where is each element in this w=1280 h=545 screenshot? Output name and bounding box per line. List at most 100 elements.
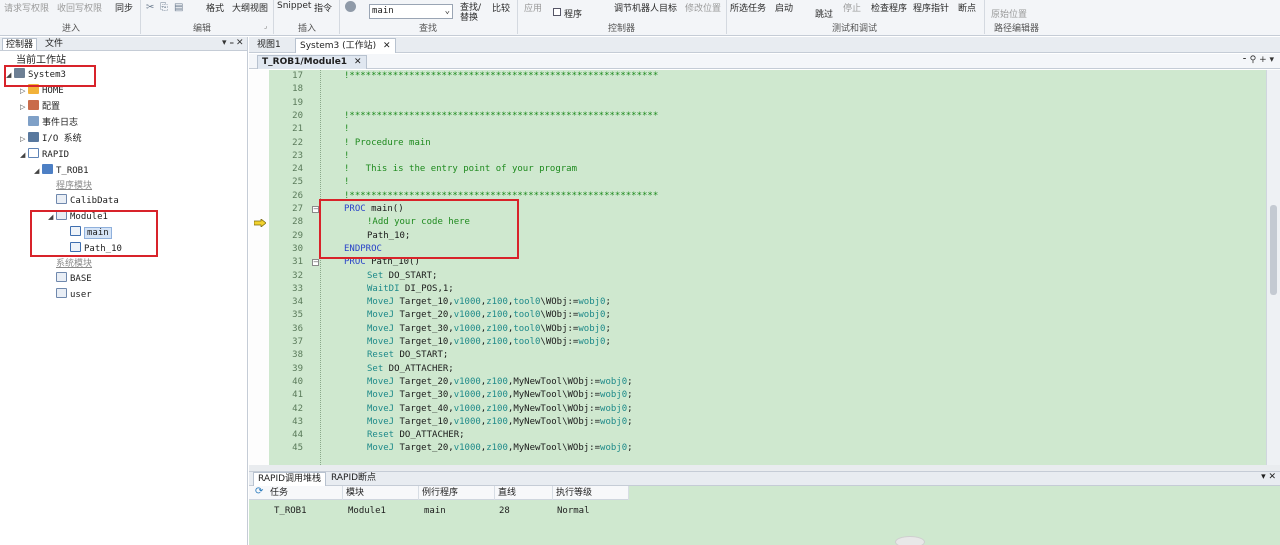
cell-line[interactable]: 28 [499, 504, 510, 518]
program-checkbox[interactable] [553, 8, 561, 16]
tree-item-rapid[interactable]: ◢ RAPID [20, 148, 69, 162]
selected-task-button[interactable]: 所选任务 [730, 1, 766, 14]
check-program-button[interactable]: 检查程序 [871, 1, 907, 14]
cell-task[interactable]: T_ROB1 [274, 504, 307, 518]
start-button[interactable]: 启动 [775, 1, 793, 14]
tab-rapid-breakpoints[interactable]: RAPID断点 [327, 472, 380, 486]
close-icon[interactable]: ✕ [354, 57, 362, 67]
cell-routine[interactable]: main [424, 504, 446, 518]
code-line[interactable]: ! [344, 123, 349, 136]
code-line[interactable]: ! This is the entry point of your progra… [344, 163, 577, 176]
code-line[interactable]: ! Procedure main [344, 137, 431, 150]
code-line[interactable]: Reset DO_START; [367, 349, 448, 362]
code-line[interactable]: MoveJ Target_30,v1000,z100,tool0\WObj:=w… [367, 323, 611, 336]
configuration-icon [28, 100, 39, 110]
apply-button[interactable]: 应用 [524, 1, 542, 14]
origin-position-button[interactable]: 原始位置 [991, 7, 1027, 20]
modify-position-button[interactable]: 修改位置 [685, 1, 721, 14]
cell-module[interactable]: Module1 [348, 504, 386, 518]
tree-item-t-rob1[interactable]: ◢ T_ROB1 [34, 164, 89, 178]
code-line[interactable]: Reset DO_ATTACHER; [367, 429, 465, 442]
release-write-button[interactable]: 收回写权限 [57, 1, 102, 14]
line-number: 41 [292, 390, 303, 401]
expand-arrow-icon[interactable]: ◢ [20, 148, 28, 162]
stop-button[interactable]: 停止 [843, 1, 861, 14]
code-line[interactable]: MoveJ Target_10,v1000,z100,tool0\WObj:=w… [367, 296, 611, 309]
cut-icon[interactable]: ✂ [146, 2, 154, 13]
paste-icon[interactable]: ▤ [174, 2, 183, 13]
module-icon [56, 194, 67, 204]
vertical-scrollbar[interactable] [1266, 70, 1280, 465]
rapid-icon [28, 148, 39, 158]
tree-item-user[interactable]: user [48, 288, 92, 302]
code-line[interactable]: MoveJ Target_30,v1000,z100,MyNewTool\WOb… [367, 389, 633, 402]
tree-item-config[interactable]: ▷ 配置 [20, 100, 60, 114]
request-write-button[interactable]: 请求写权限 [4, 1, 49, 14]
code-line[interactable]: !***************************************… [344, 110, 658, 123]
code-line[interactable]: MoveJ Target_20,v1000,z100,MyNewTool\WOb… [367, 442, 633, 455]
code-line[interactable]: MoveJ Target_10,v1000,z100,MyNewTool\WOb… [367, 416, 633, 429]
breakpoint-button[interactable]: 断点 [958, 1, 976, 14]
copy-icon[interactable]: ⎘ [160, 2, 168, 13]
jog-robot-target-button[interactable]: 调节机器人目标 [614, 1, 677, 14]
expand-arrow-icon[interactable]: ◢ [34, 164, 42, 178]
fold-toggle-icon[interactable]: − [312, 206, 319, 213]
tree-item-base[interactable]: BASE [48, 272, 92, 286]
scrollbar-thumb[interactable] [1270, 205, 1277, 295]
pin-icon[interactable]: ▾ ₌ [222, 38, 234, 48]
tree-item-io-system[interactable]: ▷ I/O 系统 [20, 132, 82, 146]
program-pointer-button[interactable]: 程序指针 [913, 1, 949, 14]
format-button[interactable]: 格式 [206, 1, 224, 14]
module-icon [56, 272, 67, 282]
outline-view-button[interactable]: 大纲视图 [232, 1, 268, 14]
tab-rapid-call-stack[interactable]: RAPID调用堆栈 [253, 472, 327, 486]
code-line[interactable]: Set DO_ATTACHER; [367, 363, 454, 376]
line-number: 37 [292, 337, 303, 347]
refresh-icon[interactable]: ⟳ [255, 486, 263, 497]
editor-window-controls[interactable]: ⁃ ⚲ + ▾ [1242, 55, 1274, 65]
compare-button[interactable]: 比较 [492, 1, 510, 14]
code-line[interactable]: MoveJ Target_10,v1000,z100,tool0\WObj:=w… [367, 336, 611, 349]
close-icon[interactable]: ✕ [383, 41, 391, 51]
code-line[interactable]: MoveJ Target_20,v1000,z100,tool0\WObj:=w… [367, 309, 611, 322]
collapse-arrow-icon[interactable]: ▷ [20, 100, 28, 114]
instruction-button[interactable]: 指令 [314, 1, 332, 14]
ribbon-separator [517, 0, 518, 34]
sync-button[interactable]: 同步 [115, 1, 133, 14]
tab-t-rob1-module1[interactable]: T_ROB1/Module1 ✕ [257, 55, 367, 69]
panel-controls[interactable]: ▾ ✕ [1261, 472, 1276, 482]
code-line[interactable]: Set DO_START; [367, 270, 437, 283]
tab-view1[interactable]: 视图1 [253, 38, 285, 53]
search-dropdown[interactable]: main ⌄ [369, 4, 453, 19]
code-line[interactable]: ! [344, 150, 349, 163]
code-line[interactable]: ! [344, 176, 349, 189]
close-icon[interactable]: ✕ [236, 38, 244, 48]
tab-controller[interactable]: 控制器 [2, 38, 38, 50]
navigate-icon[interactable] [345, 1, 356, 12]
tree-item-calibdata[interactable]: CalibData [48, 194, 119, 208]
program-button[interactable]: 程序 [564, 7, 582, 20]
chevron-down-icon: ⌄ [444, 6, 450, 16]
call-stack-header: ⟳ 任务 模块 例行程序 直线 执行等级 [249, 486, 629, 500]
code-line[interactable]: WaitDI DI_POS,1; [367, 283, 454, 296]
code-line[interactable]: MoveJ Target_40,v1000,z100,MyNewTool\WOb… [367, 403, 633, 416]
find-replace-button-line2[interactable]: 替换 [460, 10, 478, 23]
fold-toggle-icon[interactable]: − [312, 259, 319, 266]
tab-file[interactable]: 文件 [42, 38, 66, 50]
skip-button[interactable]: 跳过 [815, 7, 833, 20]
rapid-code-editor[interactable]: 17 18 19 20 21 22 23 24 25 26 27 28 29 30 31 32 33 34 35 36… [249, 70, 1280, 465]
tree-item-label: HOME [42, 86, 64, 96]
code-line[interactable]: !***************************************… [344, 70, 658, 83]
tab-system3-station[interactable]: System3 (工作站) ✕ [295, 38, 396, 53]
tree-group-program-modules: 程序模块 [56, 181, 93, 191]
line-number: 21 [292, 124, 303, 135]
edit-group-launcher-icon[interactable]: ⌟ [264, 22, 267, 30]
left-panel-tabs: 控制器 文件 ▾ ₌ ✕ [0, 37, 247, 51]
tree-item-event-log[interactable]: 事件日志 [20, 116, 78, 130]
cell-exec-level[interactable]: Normal [557, 504, 590, 518]
code-line[interactable]: MoveJ Target_20,v1000,z100,MyNewTool\WOb… [367, 376, 633, 389]
tree-item-label: T_ROB1 [56, 166, 89, 176]
tree-group-system-modules: 系统模块 [56, 259, 93, 269]
snippet-button[interactable]: Snippet [277, 1, 311, 11]
collapse-arrow-icon[interactable]: ▷ [20, 132, 28, 146]
